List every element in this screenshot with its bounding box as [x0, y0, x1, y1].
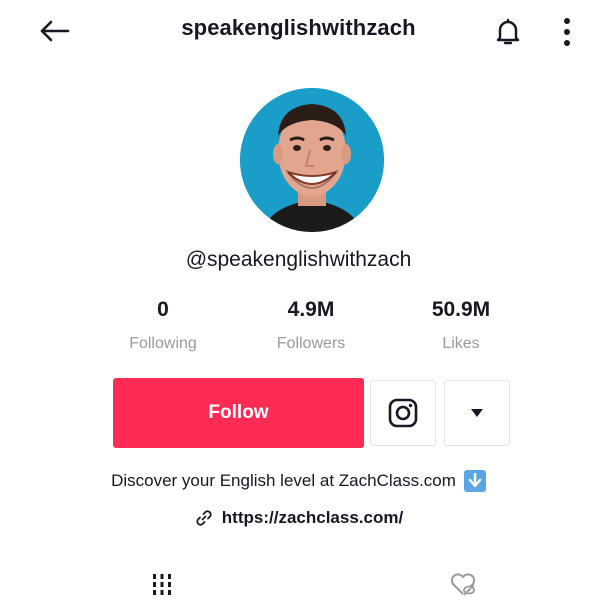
tab-videos[interactable]	[142, 564, 182, 604]
bio-link[interactable]: https://zachclass.com/	[0, 508, 597, 528]
notification-button[interactable]	[490, 14, 526, 50]
profile-username: @speakenglishwithzach	[185, 248, 412, 271]
bio-text: Discover your English level at ZachClass…	[111, 471, 456, 490]
instagram-icon	[388, 398, 418, 428]
profile-page: speakenglishwithzach @speakenglishwithza…	[0, 0, 597, 609]
caret-down-icon	[471, 409, 483, 417]
liked-hidden-icon	[450, 573, 476, 596]
header: speakenglishwithzach	[0, 0, 597, 62]
arrow-left-icon	[40, 20, 70, 42]
stat-value: 0	[157, 298, 169, 321]
stat-likes: 50.9M Likes	[401, 296, 521, 354]
more-options-button[interactable]	[552, 12, 582, 52]
bell-icon	[496, 18, 520, 45]
link-icon	[196, 510, 212, 526]
bio-link-text[interactable]: https://zachclass.com/	[222, 508, 403, 528]
stat-value: 4.9M	[287, 298, 335, 321]
follow-button[interactable]: Follow	[113, 378, 364, 448]
stat-label: Followers	[276, 335, 346, 352]
avatar[interactable]	[240, 88, 384, 232]
stat-following[interactable]: 0 Following	[103, 296, 223, 354]
stat-followers[interactable]: 4.9M Followers	[251, 296, 371, 354]
down-arrow-emoji-icon	[463, 470, 486, 492]
stat-value: 50.9M	[431, 298, 491, 321]
grid-icon	[153, 574, 171, 595]
avatar-photo	[240, 88, 384, 232]
page-title: speakenglishwithzach	[181, 15, 416, 40]
back-button[interactable]	[34, 14, 74, 48]
more-vertical-icon	[564, 18, 570, 46]
tab-liked[interactable]	[443, 564, 483, 604]
stat-label: Likes	[442, 335, 480, 352]
instagram-button[interactable]	[370, 380, 436, 446]
suggested-accounts-button[interactable]	[444, 380, 510, 446]
bio: Discover your English level at ZachClass…	[0, 470, 597, 492]
stat-label: Following	[129, 335, 197, 352]
